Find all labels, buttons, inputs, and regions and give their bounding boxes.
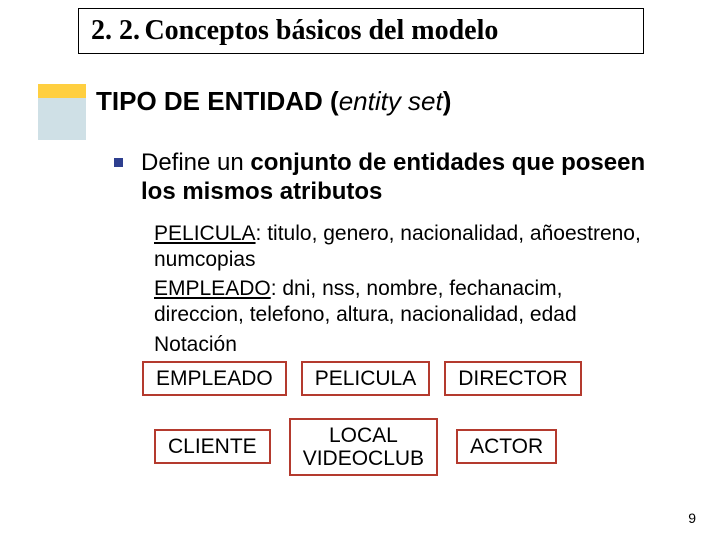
notation-label: Notación <box>154 333 674 357</box>
example-colon: : <box>256 222 268 245</box>
example-entry: PELICULA: titulo, genero, nacionalidad, … <box>154 221 654 274</box>
accent-bar-top <box>38 84 86 98</box>
example-entry: EMPLEADO: dni, nss, nombre, fechanacim, … <box>154 276 654 329</box>
subtitle-plain: TIPO DE ENTIDAD <box>96 86 330 116</box>
accent-bar-bottom <box>38 98 86 140</box>
example-name: EMPLEADO <box>154 277 271 300</box>
bullet-icon <box>114 158 123 167</box>
subtitle-paren-close: ) <box>443 86 452 116</box>
section-number: 2. 2. <box>91 15 140 46</box>
entity-box: EMPLEADO <box>142 361 287 396</box>
entity-box: CLIENTE <box>154 429 271 464</box>
section-title: Conceptos básicos del modelo <box>144 15 498 46</box>
entity-box: ACTOR <box>456 429 557 464</box>
definition-lead: Define un <box>141 149 250 176</box>
definition-text: Define un conjunto de entidades que pose… <box>141 148 674 207</box>
example-name: PELICULA <box>154 222 256 245</box>
entity-boxes-row-2: CLIENTE LOCAL VIDEOCLUB ACTOR <box>154 418 674 476</box>
accent-bar <box>38 84 86 140</box>
slide-subtitle: TIPO DE ENTIDAD (entity set) <box>96 86 451 117</box>
subtitle-italic: entity set <box>339 86 443 116</box>
page-number: 9 <box>688 510 696 526</box>
example-colon: : <box>271 277 283 300</box>
entity-boxes-row-1: EMPLEADO PELICULA DIRECTOR <box>142 361 674 396</box>
entity-box: DIRECTOR <box>444 361 581 396</box>
subtitle-paren-open: ( <box>330 86 339 116</box>
entity-box: LOCAL VIDEOCLUB <box>289 418 438 476</box>
content-area: Define un conjunto de entidades que pose… <box>114 148 674 476</box>
bullet-row: Define un conjunto de entidades que pose… <box>114 148 674 207</box>
examples-block: PELICULA: titulo, genero, nacionalidad, … <box>154 221 654 329</box>
section-title-box: 2. 2. Conceptos básicos del modelo <box>78 8 644 54</box>
entity-box: PELICULA <box>301 361 431 396</box>
